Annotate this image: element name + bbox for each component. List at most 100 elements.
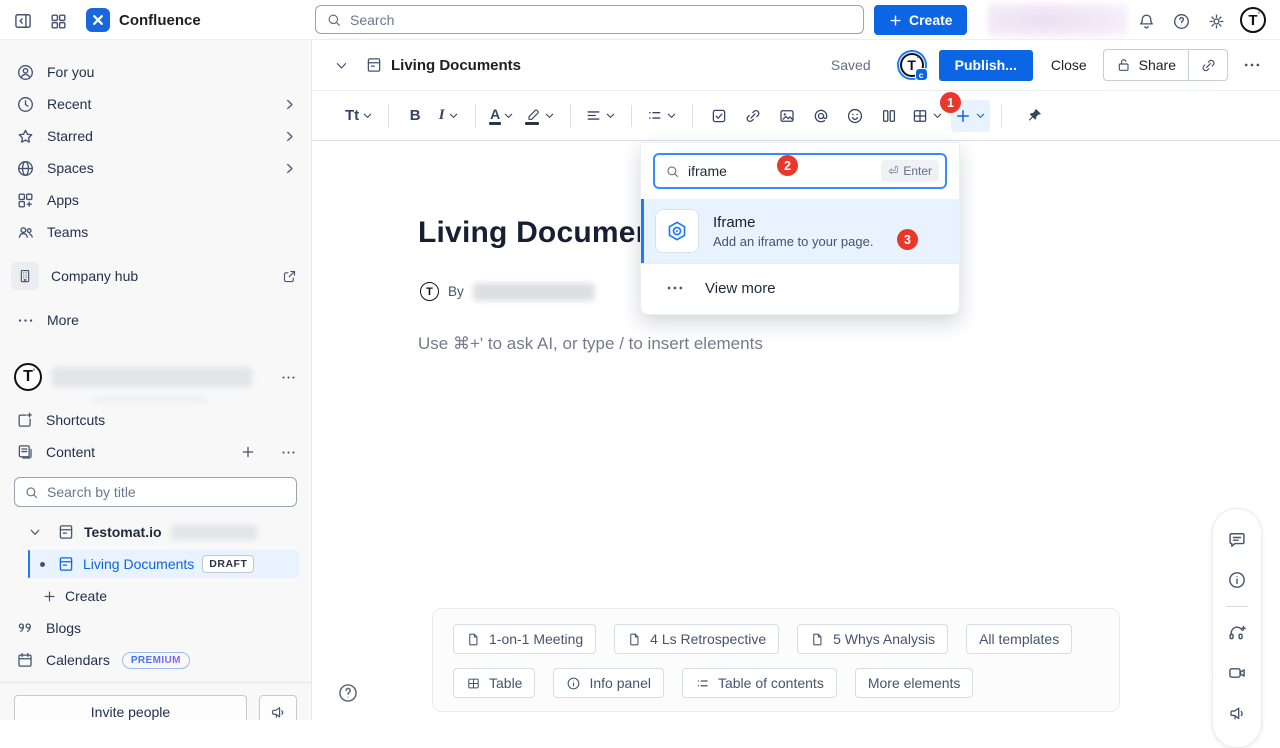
tree-create-button[interactable]: Create: [0, 582, 311, 610]
breadcrumb-page-title: Living Documents: [391, 57, 521, 74]
video-button[interactable]: [1220, 656, 1254, 690]
breadcrumb-chevron-down-icon[interactable]: [334, 58, 349, 73]
pin-toolbar-button[interactable]: [1019, 100, 1049, 132]
editor-placeholder[interactable]: Use ⌘+' to ask AI, or type / to insert e…: [418, 334, 763, 354]
link-icon: [744, 107, 762, 125]
insert-image-button[interactable]: [772, 100, 802, 132]
text-styles-button[interactable]: Tt: [342, 100, 377, 132]
all-templates-button[interactable]: All templates: [966, 624, 1072, 654]
headset-plus-icon: [1227, 623, 1247, 643]
sidebar-item-content[interactable]: Content: [0, 438, 311, 466]
copy-link-button[interactable]: [1189, 50, 1227, 80]
sidebar-item-company-hub[interactable]: Company hub: [0, 262, 311, 290]
sidebar-item-spaces[interactable]: Spaces: [0, 152, 311, 184]
sidebar-item-starred[interactable]: Starred: [0, 120, 311, 152]
mention-button[interactable]: [806, 100, 836, 132]
blurred-author-name: [473, 283, 595, 301]
annotation-step-2: 2: [777, 155, 798, 176]
mention-at-icon: [812, 107, 830, 125]
space-header[interactable]: T ': [0, 360, 311, 394]
view-more-item[interactable]: View more: [641, 264, 959, 314]
globe-icon: [16, 159, 35, 178]
global-search[interactable]: [315, 5, 864, 34]
alignment-button[interactable]: [582, 100, 620, 132]
template-5whys-button[interactable]: 5 Whys Analysis: [797, 624, 948, 654]
profile-avatar[interactable]: T ': [1240, 7, 1266, 33]
sidebar-item-label: Teams: [47, 224, 297, 240]
content-search-input[interactable]: [47, 484, 287, 500]
text-color-button[interactable]: A: [487, 100, 518, 132]
insert-toc-button[interactable]: Table of contents: [682, 668, 837, 698]
chevron-down-icon: [447, 109, 460, 122]
sidebar-item-more[interactable]: More: [0, 306, 311, 334]
search-icon: [665, 164, 680, 179]
tree-item-root[interactable]: Testomat.io: [0, 518, 311, 546]
more-elements-button[interactable]: More elements: [855, 668, 974, 698]
return-key-icon: ⏎: [888, 164, 898, 178]
sidebar-item-label: Company hub: [51, 268, 270, 284]
publish-button[interactable]: Publish...: [939, 50, 1033, 81]
details-button[interactable]: [1220, 563, 1254, 597]
app-switcher-button[interactable]: [47, 10, 69, 32]
emoji-button[interactable]: [840, 100, 870, 132]
space-logo: T ': [14, 363, 42, 391]
task-list-button[interactable]: [704, 100, 734, 132]
sidebar-item-shortcuts[interactable]: Shortcuts: [0, 406, 311, 434]
share-button[interactable]: Share: [1104, 50, 1188, 80]
sidebar-item-label: Calendars: [46, 652, 110, 668]
template-1on1-button[interactable]: 1-on-1 Meeting: [453, 624, 596, 654]
star-icon: [16, 127, 35, 146]
global-search-input[interactable]: [350, 12, 853, 28]
help-button[interactable]: [1170, 10, 1192, 32]
chevron-right-icon: [282, 129, 297, 144]
bold-button[interactable]: B: [400, 100, 430, 132]
more-actions-icon[interactable]: [1242, 55, 1262, 75]
tree-item-current-page[interactable]: Living Documents DRAFT: [28, 550, 299, 578]
content-header: Living Documents Saved T' c Publish... C…: [312, 40, 1280, 91]
sidebar-item-label: For you: [47, 64, 297, 80]
apps-icon: [16, 191, 35, 210]
sidebar-item-for-you[interactable]: For you: [0, 56, 311, 88]
invite-people-button[interactable]: Invite people: [14, 695, 247, 720]
insert-link-button[interactable]: [738, 100, 768, 132]
result-description: Add an iframe to your page.: [713, 234, 873, 249]
table-icon: [911, 107, 929, 125]
editor-presence-avatar[interactable]: T' c: [897, 50, 927, 80]
announcements-button[interactable]: [1220, 696, 1254, 730]
element-search[interactable]: ⏎ Enter: [653, 153, 947, 189]
calendar-icon: [16, 651, 34, 669]
help-floating-button[interactable]: [337, 682, 359, 704]
space-more-icon[interactable]: [280, 369, 297, 386]
insert-info-panel-button[interactable]: Info panel: [553, 668, 664, 698]
sidebar-item-blogs[interactable]: Blogs: [0, 614, 311, 642]
create-button[interactable]: Create: [874, 5, 967, 35]
company-hub-icon: [11, 262, 39, 290]
collapse-sidebar-button[interactable]: [12, 10, 34, 32]
search-icon: [326, 12, 342, 28]
sidebar-item-calendars[interactable]: Calendars PREMIUM: [0, 646, 311, 674]
sidebar-item-teams[interactable]: Teams: [0, 216, 311, 248]
help-icon: [337, 682, 359, 704]
highlight-color-button[interactable]: [522, 100, 559, 132]
notifications-button[interactable]: [1135, 10, 1157, 32]
chevron-down-icon: [28, 525, 42, 539]
sidebar-item-apps[interactable]: Apps: [0, 184, 311, 216]
italic-button[interactable]: I: [434, 100, 464, 132]
layouts-button[interactable]: [874, 100, 904, 132]
add-content-icon[interactable]: [240, 444, 256, 460]
comments-button[interactable]: [1220, 523, 1254, 557]
close-button[interactable]: Close: [1041, 51, 1097, 79]
sidebar-item-recent[interactable]: Recent: [0, 88, 311, 120]
comment-icon: [1227, 530, 1247, 550]
feedback-button[interactable]: [259, 695, 297, 720]
content-more-icon[interactable]: [280, 444, 297, 461]
lists-button[interactable]: [643, 100, 681, 132]
template-4ls-button[interactable]: 4 Ls Retrospective: [614, 624, 779, 654]
content-search[interactable]: [14, 477, 297, 507]
confluence-home-link[interactable]: Confluence: [86, 8, 201, 32]
settings-button[interactable]: [1205, 10, 1227, 32]
insert-table-button[interactable]: Table: [453, 668, 535, 698]
toc-icon: [695, 676, 710, 691]
support-button[interactable]: [1220, 616, 1254, 650]
sync-badge: c: [915, 68, 928, 81]
